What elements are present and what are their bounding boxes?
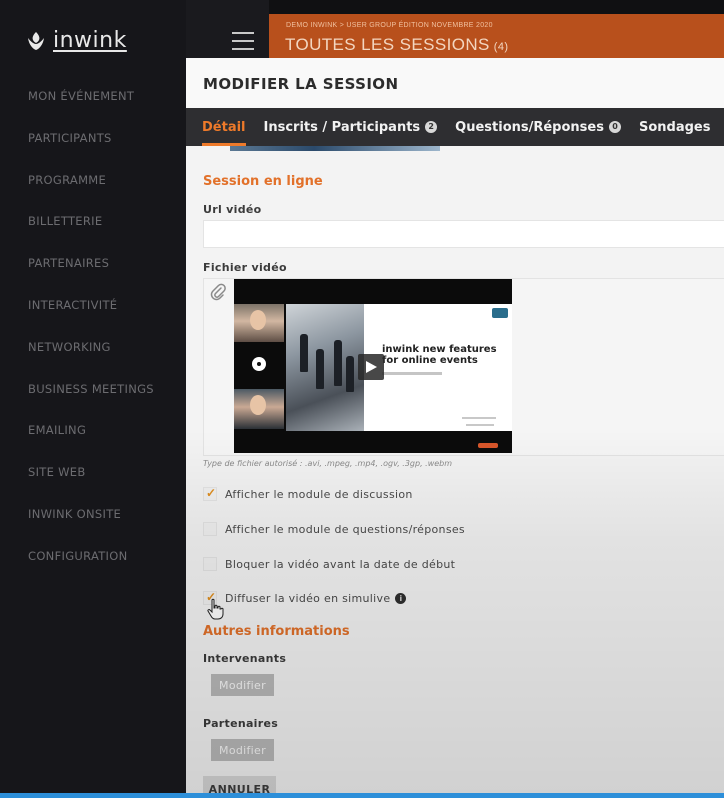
sidebar-item-inwink-onsite[interactable]: INWINK ONSITE bbox=[28, 507, 154, 549]
paperclip-icon[interactable] bbox=[210, 283, 226, 301]
video-title-line: for online events bbox=[382, 355, 478, 366]
section-title-other: Autres informations bbox=[203, 624, 350, 639]
tab-sondages[interactable]: Sondages bbox=[639, 108, 711, 146]
modal-header: MODIFIER LA SESSION bbox=[186, 58, 724, 108]
sidebar-item-networking[interactable]: NETWORKING bbox=[28, 340, 154, 382]
count-badge: 0 bbox=[608, 121, 621, 133]
checkbox-label: Afficher le module de questions/réponses bbox=[225, 522, 465, 536]
slide-date bbox=[466, 424, 494, 426]
video-thumbnail[interactable]: inwink new features for online events bbox=[234, 279, 512, 453]
checkbox-row-questions[interactable]: Afficher le module de questions/réponses bbox=[203, 520, 465, 538]
sidebar-item-business-meetings[interactable]: BUSINESS MEETINGS bbox=[28, 382, 154, 424]
sidebar-item-site-web[interactable]: SITE WEB bbox=[28, 465, 154, 507]
hamburger-line bbox=[232, 48, 254, 50]
checkbox-label: Bloquer la vidéo avant la date de début bbox=[225, 557, 456, 571]
checkbox-row-discussion[interactable]: Afficher le module de discussion bbox=[203, 485, 413, 503]
face bbox=[250, 310, 266, 330]
slide-logo bbox=[478, 443, 498, 448]
discussion-checkbox[interactable] bbox=[203, 486, 217, 501]
play-button[interactable] bbox=[358, 354, 384, 380]
video-avatar-icon bbox=[252, 357, 266, 371]
slide-subtitle bbox=[382, 372, 442, 375]
face bbox=[250, 395, 266, 415]
sidebar: inwink MON ÉVÉNEMENT PARTICIPANTS PROGRA… bbox=[0, 0, 186, 798]
modal-tabs: Détail Inscrits / Participants 2 Questio… bbox=[186, 108, 724, 146]
sidebar-item-mon-evenement[interactable]: MON ÉVÉNEMENT bbox=[28, 89, 154, 131]
page-header: DEMO INWINK > USER GROUP ÉDITION NOVEMBR… bbox=[269, 14, 724, 60]
tab-detail[interactable]: Détail bbox=[202, 108, 246, 146]
checkbox-row-simulive[interactable]: Diffuser la vidéo en simulive i bbox=[203, 589, 407, 607]
photo-person bbox=[316, 349, 324, 389]
checkbox-label: Diffuser la vidéo en simulive bbox=[225, 591, 391, 605]
edit-partners-button[interactable]: Modifier bbox=[211, 739, 274, 761]
modal-title: MODIFIER LA SESSION bbox=[203, 75, 399, 93]
block-video-checkbox[interactable] bbox=[203, 557, 217, 571]
tab-label: Sondages bbox=[638, 119, 711, 135]
logo-text: inwink bbox=[53, 28, 127, 53]
sidebar-item-billetterie[interactable]: BILLETTERIE bbox=[28, 214, 154, 256]
edit-session-modal: MODIFIER LA SESSION Détail Inscrits / Pa… bbox=[186, 58, 724, 798]
tab-inscrits-participants[interactable]: Inscrits / Participants 2 bbox=[264, 108, 438, 146]
questions-checkbox[interactable] bbox=[203, 522, 217, 536]
sidebar-nav: MON ÉVÉNEMENT PARTICIPANTS PROGRAMME BIL… bbox=[28, 89, 154, 591]
page-title: TOUTES LES SESSIONS (4) bbox=[285, 35, 508, 55]
hamburger-line bbox=[232, 32, 254, 34]
sidebar-item-partenaires[interactable]: PARTENAIRES bbox=[28, 256, 154, 298]
hamburger-line bbox=[232, 40, 254, 42]
video-title-line: inwink new features bbox=[382, 344, 497, 355]
hamburger-icon[interactable] bbox=[232, 32, 254, 50]
slide-date bbox=[462, 417, 496, 419]
partners-label: Partenaires bbox=[203, 717, 279, 730]
modal-content[interactable]: Session en ligne Url vidéo Fichier vidéo bbox=[186, 146, 724, 798]
tab-questions-reponses[interactable]: Questions/Réponses 0 bbox=[455, 108, 621, 146]
play-icon bbox=[366, 361, 377, 373]
tab-label: Détail bbox=[202, 119, 246, 135]
tab-label: Questions/Réponses bbox=[455, 119, 604, 135]
session-count: (4) bbox=[493, 41, 509, 53]
count-badge: 2 bbox=[425, 121, 438, 133]
photo-person bbox=[300, 334, 308, 372]
top-bar-left-background bbox=[186, 0, 269, 58]
file-label: Fichier vidéo bbox=[203, 261, 287, 274]
info-icon[interactable]: i bbox=[395, 592, 407, 604]
logo[interactable]: inwink bbox=[26, 28, 127, 53]
checkbox-label: Afficher le module de discussion bbox=[225, 487, 413, 501]
breadcrumb[interactable]: DEMO INWINK > USER GROUP ÉDITION NOVEMBR… bbox=[286, 22, 493, 29]
webcam-tile bbox=[234, 304, 284, 342]
webcam-tile bbox=[234, 389, 284, 429]
session-image bbox=[230, 146, 440, 151]
photo-person bbox=[346, 356, 354, 392]
sidebar-item-participants[interactable]: PARTICIPANTS bbox=[28, 131, 154, 173]
section-title-online: Session en ligne bbox=[203, 174, 323, 189]
video-url-input[interactable] bbox=[203, 220, 724, 248]
inwink-leaf-icon bbox=[28, 31, 44, 50]
video-title: inwink new features for online events bbox=[382, 344, 497, 366]
bottom-bar bbox=[0, 793, 724, 798]
sidebar-item-configuration[interactable]: CONFIGURATION bbox=[28, 549, 154, 591]
sidebar-item-emailing[interactable]: EMAILING bbox=[28, 423, 154, 465]
tab-label: Inscrits / Participants bbox=[263, 119, 421, 135]
slide-photo bbox=[286, 304, 364, 431]
file-type-hint: Type de fichier autorisé : .avi, .mpeg, … bbox=[203, 459, 453, 468]
sidebar-item-interactivite[interactable]: INTERACTIVITÉ bbox=[28, 298, 154, 340]
pointer-hand-icon bbox=[207, 598, 224, 620]
speakers-label: Intervenants bbox=[203, 652, 287, 665]
url-label: Url vidéo bbox=[203, 203, 262, 216]
slide-corner-badge bbox=[492, 308, 508, 318]
checkbox-row-block-video[interactable]: Bloquer la vidéo avant la date de début bbox=[203, 555, 455, 573]
video-slide: inwink new features for online events bbox=[286, 304, 512, 448]
photo-person bbox=[334, 340, 342, 386]
page-title-text: TOUTES LES SESSIONS bbox=[285, 35, 490, 54]
edit-speakers-button[interactable]: Modifier bbox=[211, 674, 274, 696]
sidebar-item-programme[interactable]: PROGRAMME bbox=[28, 173, 154, 215]
